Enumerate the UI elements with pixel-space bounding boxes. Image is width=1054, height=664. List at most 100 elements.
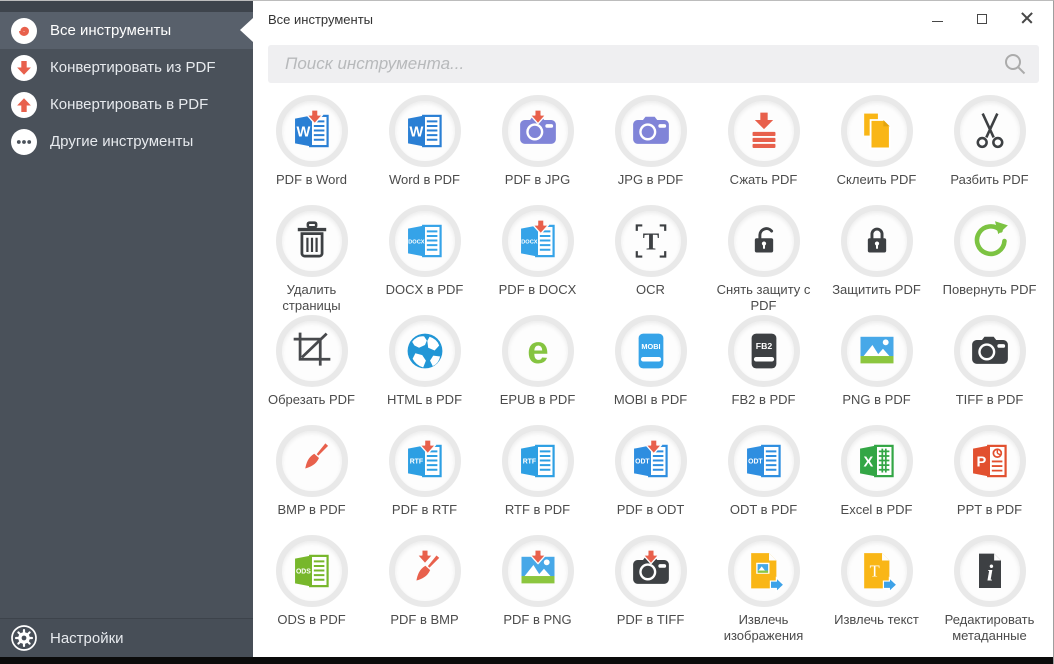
- tool-ring: [276, 315, 348, 387]
- tool-ring: [389, 315, 461, 387]
- search-icon[interactable]: [1003, 52, 1027, 76]
- tool-card[interactable]: i Редактировать метаданные: [933, 535, 1046, 645]
- compress-icon: [742, 109, 786, 153]
- fb2-book-icon: FB2: [742, 329, 786, 373]
- tool-card[interactable]: PNG в PDF: [820, 315, 933, 425]
- tool-label: Excel в PDF: [841, 502, 913, 518]
- tool-card[interactable]: FB2 FB2 в PDF: [707, 315, 820, 425]
- tool-card[interactable]: Снять защиту с PDF: [707, 205, 820, 315]
- tool-card[interactable]: W PDF в Word: [255, 95, 368, 205]
- tool-label: OCR: [636, 282, 665, 298]
- tools-grid: W PDF в Word W Word в PDF PDF в JPG: [255, 95, 1053, 645]
- tool-label: ODS в PDF: [277, 612, 345, 628]
- tool-label: Извлечь изображения: [709, 612, 819, 645]
- tool-label: BMP в PDF: [277, 502, 345, 518]
- tool-card[interactable]: W Word в PDF: [368, 95, 481, 205]
- tool-label: PDF в BMP: [390, 612, 458, 628]
- arrow-down-circle-icon: [11, 55, 37, 81]
- minimize-icon: [932, 21, 943, 22]
- tool-card[interactable]: PDF в PNG: [481, 535, 594, 645]
- tool-card[interactable]: PDF в BMP: [368, 535, 481, 645]
- merge-pages-icon: [855, 109, 899, 153]
- tool-card[interactable]: Обрезать PDF: [255, 315, 368, 425]
- svg-text:X: X: [863, 455, 873, 471]
- tool-ring: [615, 535, 687, 607]
- odt-doc-arrow-icon: ODT: [629, 439, 673, 483]
- ellipsis-circle-icon: [11, 129, 37, 155]
- tool-card[interactable]: ODS ODS в PDF: [255, 535, 368, 645]
- tool-label: RTF в PDF: [505, 502, 570, 518]
- tool-ring: [276, 425, 348, 497]
- ppt-doc-icon: P: [968, 439, 1012, 483]
- tool-card[interactable]: RTF PDF в RTF: [368, 425, 481, 535]
- rotate-icon: [968, 219, 1012, 263]
- tool-label: MOBI в PDF: [614, 392, 687, 408]
- tool-card[interactable]: Удалить страницы: [255, 205, 368, 315]
- tool-card[interactable]: RTF RTF в PDF: [481, 425, 594, 535]
- search-input[interactable]: [268, 45, 1039, 83]
- tool-card[interactable]: JPG в PDF: [594, 95, 707, 205]
- sidebar-item[interactable]: Конвертировать из PDF: [0, 49, 253, 86]
- maximize-button[interactable]: [974, 10, 990, 26]
- tool-label: FB2 в PDF: [732, 392, 796, 408]
- tool-card[interactable]: Извлечь изображения: [707, 535, 820, 645]
- svg-text:W: W: [296, 125, 310, 141]
- tool-ring: [728, 205, 800, 277]
- svg-text:e: e: [527, 329, 548, 372]
- docx-doc-arrow-icon: DOCX: [516, 219, 560, 263]
- tool-ring: [615, 95, 687, 167]
- close-button[interactable]: [1019, 10, 1035, 26]
- docx-doc-icon: DOCX: [403, 219, 447, 263]
- odt-doc-icon: ODT: [742, 439, 786, 483]
- rtf-doc-arrow-icon: RTF: [403, 439, 447, 483]
- tool-ring: DOCX: [502, 205, 574, 277]
- tool-label: PNG в PDF: [842, 392, 910, 408]
- tool-label: Разбить PDF: [950, 172, 1028, 188]
- sidebar: Все инструменты Конвертировать из PDF Ко…: [0, 1, 253, 657]
- sidebar-item-settings[interactable]: Настройки: [0, 618, 253, 657]
- tool-label: Снять защиту с PDF: [709, 282, 819, 315]
- tool-card[interactable]: BMP в PDF: [255, 425, 368, 535]
- maximize-icon: [977, 14, 987, 24]
- tool-card[interactable]: ODT ODT в PDF: [707, 425, 820, 535]
- tool-card[interactable]: Сжать PDF: [707, 95, 820, 205]
- mobi-book-icon: MOBI: [629, 329, 673, 373]
- sidebar-item[interactable]: Все инструменты: [0, 12, 253, 49]
- tool-card[interactable]: MOBI MOBI в PDF: [594, 315, 707, 425]
- tool-label: ODT в PDF: [730, 502, 797, 518]
- titlebar: Все инструменты: [253, 1, 1053, 35]
- tool-card[interactable]: DOCX DOCX в PDF: [368, 205, 481, 315]
- svg-text:i: i: [986, 561, 993, 586]
- tool-ring: e: [502, 315, 574, 387]
- tool-card[interactable]: T OCR: [594, 205, 707, 315]
- sidebar-item[interactable]: Конвертировать в PDF: [0, 86, 253, 123]
- tool-card[interactable]: X Excel в PDF: [820, 425, 933, 535]
- tool-ring: MOBI: [615, 315, 687, 387]
- ocr-text-icon: T: [629, 219, 673, 263]
- tool-ring: [728, 95, 800, 167]
- tool-card[interactable]: DOCX PDF в DOCX: [481, 205, 594, 315]
- tool-card[interactable]: Защитить PDF: [820, 205, 933, 315]
- svg-text:MOBI: MOBI: [641, 342, 660, 351]
- tool-card[interactable]: TIFF в PDF: [933, 315, 1046, 425]
- tool-card[interactable]: ODT PDF в ODT: [594, 425, 707, 535]
- tool-card[interactable]: PDF в JPG: [481, 95, 594, 205]
- tool-card[interactable]: e EPUB в PDF: [481, 315, 594, 425]
- tool-card[interactable]: Склеить PDF: [820, 95, 933, 205]
- window-controls: [929, 10, 1043, 26]
- tool-ring: [954, 95, 1026, 167]
- tool-card[interactable]: P PPT в PDF: [933, 425, 1046, 535]
- tool-ring: [841, 205, 913, 277]
- tool-label: PPT в PDF: [957, 502, 1022, 518]
- sidebar-item[interactable]: Другие инструменты: [0, 123, 253, 160]
- tool-card[interactable]: Разбить PDF: [933, 95, 1046, 205]
- tool-ring: [954, 205, 1026, 277]
- tool-card[interactable]: Повернуть PDF: [933, 205, 1046, 315]
- svg-text:ODT: ODT: [748, 459, 763, 466]
- tool-card[interactable]: PDF в TIFF: [594, 535, 707, 645]
- tool-card[interactable]: HTML в PDF: [368, 315, 481, 425]
- gear-icon: [11, 625, 37, 651]
- tool-ring: [954, 315, 1026, 387]
- tool-card[interactable]: T Извлечь текст: [820, 535, 933, 645]
- minimize-button[interactable]: [929, 10, 945, 26]
